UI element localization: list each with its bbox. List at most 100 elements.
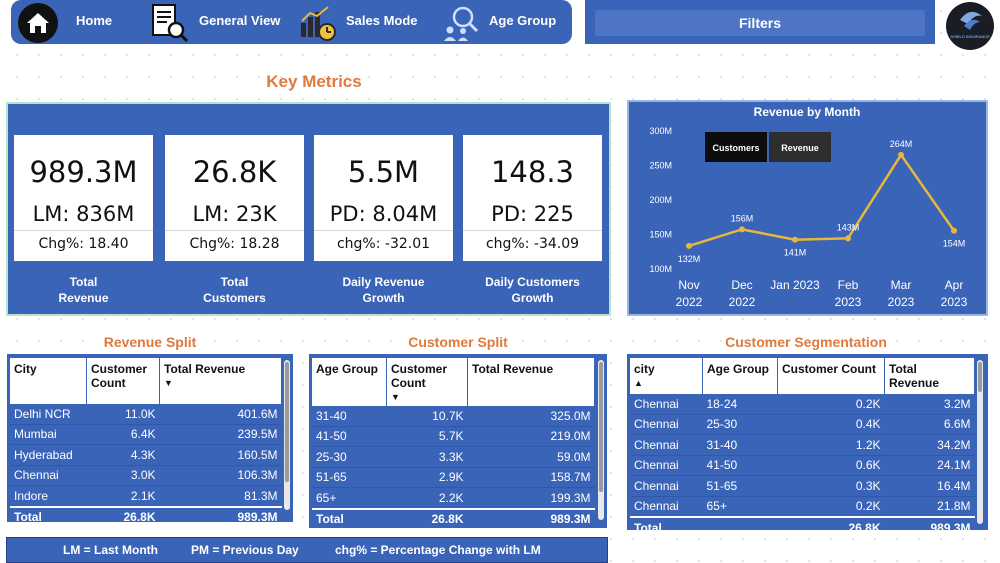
table-row[interactable]: Chennai 51-65 0.3K 16.4M bbox=[630, 475, 975, 497]
nav-general-view-button[interactable]: General View bbox=[199, 0, 280, 40]
table-row[interactable]: 65+ 2.2K 199.3M bbox=[312, 487, 595, 509]
metric-value: 26.8K bbox=[192, 155, 277, 189]
scrollbar-thumb[interactable] bbox=[285, 362, 289, 482]
table-row[interactable]: 51-65 2.9K 158.7M bbox=[312, 467, 595, 488]
metric-label-line-2: Customers bbox=[203, 291, 266, 305]
data-label: 141M bbox=[784, 248, 807, 258]
table-row[interactable]: Chennai 41-50 0.6K 24.1M bbox=[630, 455, 975, 476]
table-cell: 5.7K bbox=[386, 426, 468, 447]
line-chart-svg: Revenue by Month Customers Revenue 100M1… bbox=[649, 105, 968, 309]
customer-segmentation-panel: city ▲ Age Group Customer Count Total Rev… bbox=[627, 354, 988, 538]
table-row[interactable]: Chennai 65+ 0.2K 21.8M bbox=[630, 496, 975, 518]
metric-card-daily-revenue-growth: 5.5M PD: 8.04M chg%: -32.01 bbox=[314, 135, 453, 261]
column-header-customer-count[interactable]: Customer Count bbox=[777, 358, 885, 394]
metric-label-line-1: Daily Revenue bbox=[342, 275, 425, 289]
sort-descending-icon[interactable]: ▼ bbox=[164, 378, 277, 388]
table-row[interactable]: Hyderabad 4.3K 160.5M bbox=[10, 444, 282, 466]
chart-clock-icon[interactable] bbox=[298, 3, 338, 48]
table-total-cell bbox=[702, 516, 778, 538]
table-cell: 2.2K bbox=[386, 487, 468, 509]
table-cell: 2.1K bbox=[86, 485, 160, 507]
metric-previous: LM: 23K bbox=[192, 202, 277, 226]
metric-label: Daily Revenue Growth bbox=[314, 274, 453, 306]
table-row[interactable]: 41-50 5.7K 219.0M bbox=[312, 426, 595, 447]
navigation-bar: Home General View Sales Mode Age Group bbox=[11, 0, 572, 44]
vertical-scrollbar[interactable] bbox=[977, 360, 983, 524]
revenue-split-table: City Customer Count Total Revenue ▼ Delhi… bbox=[10, 358, 282, 527]
table-row[interactable]: Mumbai 6.4K 239.5M bbox=[10, 424, 282, 445]
table-cell: Chennai bbox=[630, 475, 703, 497]
table-row[interactable]: Chennai 3.0K 106.3M bbox=[10, 465, 282, 486]
legend-lm: LM = Last Month bbox=[63, 543, 158, 557]
table-row[interactable]: Indore 2.1K 81.3M bbox=[10, 485, 282, 507]
scrollbar-thumb[interactable] bbox=[599, 362, 603, 492]
metric-change: chg%: -34.09 bbox=[485, 236, 580, 252]
nav-home-label: Home bbox=[76, 12, 113, 28]
table-row[interactable]: Chennai 25-30 0.4K 6.6M bbox=[630, 414, 975, 435]
customer-segmentation-body: Chennai 18-24 0.2K 3.2M Chennai 25-30 0.4K 6.6M… bbox=[630, 394, 975, 538]
column-header-age-group[interactable]: Age Group bbox=[702, 358, 778, 394]
metric-label: Total Customers bbox=[165, 274, 304, 306]
table-cell: Chennai bbox=[630, 414, 703, 435]
table-cell: 2.9K bbox=[386, 467, 468, 488]
metric-divider bbox=[14, 230, 153, 231]
table-cell: 81.3M bbox=[159, 485, 282, 507]
home-icon[interactable] bbox=[16, 1, 60, 50]
vertical-scrollbar[interactable] bbox=[598, 360, 604, 520]
metric-change: Chg%: 18.40 bbox=[38, 236, 129, 252]
data-point bbox=[898, 151, 904, 158]
metric-card-daily-customers-growth: 148.3 PD: 225 chg%: -34.09 bbox=[463, 135, 602, 261]
metric-value: 989.3M bbox=[29, 155, 138, 189]
column-header-age-group[interactable]: Age Group bbox=[312, 358, 387, 406]
revenue-split-panel: City Customer Count Total Revenue ▼ Delhi… bbox=[7, 354, 293, 527]
table-cell: Chennai bbox=[630, 434, 703, 456]
data-label: 156M bbox=[731, 213, 754, 223]
legend-chg: chg% = Percentage Change with LM bbox=[335, 543, 541, 557]
legend-pm: PM = Previous Day bbox=[191, 543, 299, 557]
revenue-split-body: Delhi NCR 11.0K 401.6M Mumbai 6.4K 239.5M Hyde… bbox=[10, 404, 282, 527]
metric-card-total-customers: 26.8K LM: 23K Chg%: 18.28 bbox=[165, 135, 304, 261]
table-total-cell: 26.8K bbox=[86, 505, 160, 527]
x-tick-label-year: 2023 bbox=[941, 295, 968, 309]
column-header-city[interactable]: city ▲ bbox=[630, 358, 703, 394]
metric-label-line-2: Growth bbox=[511, 291, 554, 305]
nav-home-button[interactable]: Home bbox=[76, 0, 112, 40]
column-header-customer-count[interactable]: Customer Count ▼ bbox=[386, 358, 468, 406]
table-cell: 1.2K bbox=[777, 434, 885, 456]
sort-descending-icon[interactable]: ▼ bbox=[391, 392, 463, 402]
customer-split-title: Customer Split bbox=[408, 334, 508, 350]
document-search-icon[interactable] bbox=[151, 3, 189, 48]
table-total-cell: 989.3M bbox=[884, 516, 975, 538]
scrollbar-thumb[interactable] bbox=[978, 362, 982, 392]
revenue-line bbox=[688, 152, 956, 248]
table-total-cell: Total bbox=[10, 505, 87, 527]
table-total-cell: Total bbox=[312, 507, 387, 529]
metric-toggle: Customers Revenue bbox=[705, 132, 831, 162]
metric-label-line-2: Revenue bbox=[58, 291, 109, 305]
table-cell: 25-30 bbox=[702, 414, 778, 435]
column-header-total-revenue[interactable]: Total Revenue bbox=[884, 358, 975, 394]
table-row[interactable]: 31-40 10.7K 325.0M bbox=[312, 406, 595, 427]
table-row[interactable]: 25-30 3.3K 59.0M bbox=[312, 446, 595, 468]
sort-ascending-icon[interactable]: ▲ bbox=[634, 378, 698, 388]
nav-age-group-button[interactable]: Age Group bbox=[489, 0, 556, 40]
table-cell: 25-30 bbox=[312, 446, 387, 468]
vertical-scrollbar[interactable] bbox=[284, 360, 290, 510]
table-cell: 3.0K bbox=[86, 465, 160, 486]
table-row[interactable]: Delhi NCR 11.0K 401.6M bbox=[10, 404, 282, 425]
metric-divider bbox=[165, 230, 304, 231]
table-row[interactable]: Chennai 31-40 1.2K 34.2M bbox=[630, 434, 975, 456]
column-header-city[interactable]: City bbox=[10, 358, 87, 404]
column-header-customer-count[interactable]: Customer Count bbox=[86, 358, 160, 404]
table-cell: 41-50 bbox=[702, 455, 778, 476]
column-header-total-revenue[interactable]: Total Revenue ▼ bbox=[159, 358, 282, 404]
y-tick-label: 250M bbox=[649, 161, 672, 171]
nav-sales-mode-button[interactable]: Sales Mode bbox=[346, 0, 418, 40]
y-tick-label: 100M bbox=[649, 264, 672, 274]
table-row[interactable]: Chennai 18-24 0.2K 3.2M bbox=[630, 394, 975, 415]
people-search-icon[interactable] bbox=[441, 3, 481, 48]
column-header-total-revenue[interactable]: Total Revenue bbox=[467, 358, 595, 406]
filters-button[interactable]: Filters bbox=[595, 10, 925, 36]
data-point bbox=[845, 235, 851, 242]
data-label: 264M bbox=[890, 139, 913, 149]
